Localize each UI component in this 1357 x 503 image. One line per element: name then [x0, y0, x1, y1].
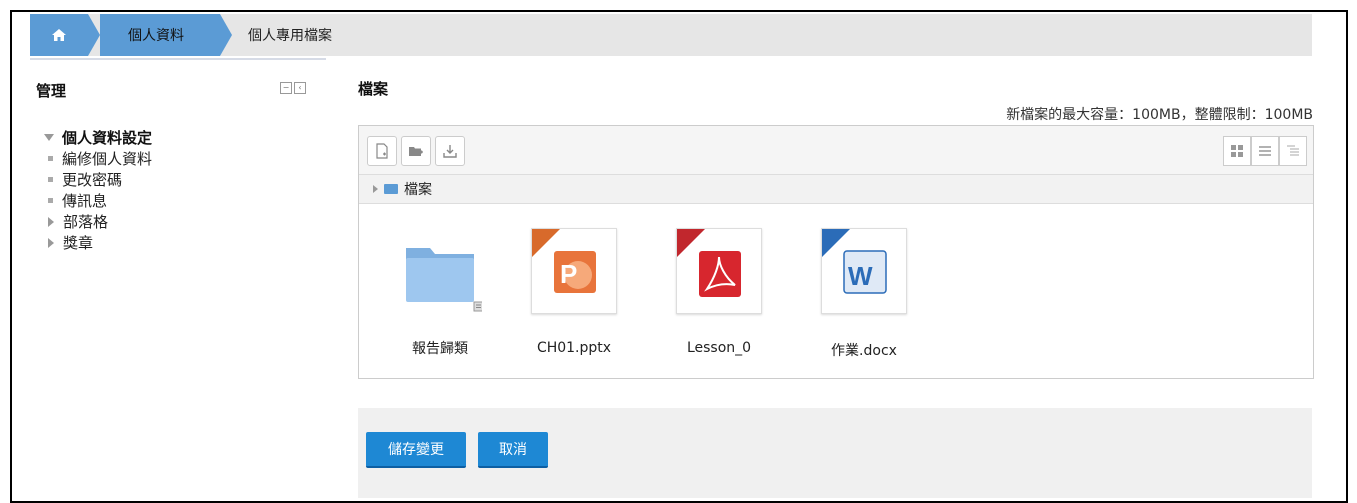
powerpoint-icon: P: [531, 228, 617, 314]
tree-item-label: 部落格: [63, 213, 109, 231]
breadcrumb-separator: [220, 14, 232, 56]
expand-icon: [48, 216, 54, 227]
breadcrumb-home[interactable]: [30, 14, 88, 56]
admin-block: 管理 − ‹ 個人資料設定 編修個人資料 更改密碼 傳訊息 部落格 獎章: [30, 58, 326, 498]
grid-icon: [1231, 145, 1243, 157]
expand-icon: [44, 133, 54, 141]
tree-item-label: 編修個人資料: [62, 150, 153, 168]
tree-item-blog[interactable]: 部落格: [46, 211, 152, 232]
tree-icon: [1287, 145, 1299, 156]
breadcrumb-label: 個人資料: [128, 28, 184, 44]
bullet-icon: [48, 198, 53, 203]
tree-children: 編修個人資料 更改密碼 傳訊息 部落格 獎章: [44, 148, 152, 253]
view-tree-button[interactable]: [1279, 136, 1307, 166]
folder-add-icon: [409, 147, 423, 156]
add-file-button[interactable]: [367, 136, 397, 166]
file-item-pdf[interactable]: Lesson_0: [664, 228, 774, 364]
settings-tree: 個人資料設定 編修個人資料 更改密碼 傳訊息 部落格 獎章: [44, 126, 152, 253]
file-size-limit: 新檔案的最大容量：100MB，整體限制：100MB: [1006, 107, 1313, 123]
file-item-docx[interactable]: W 作業.docx: [809, 228, 919, 362]
form-actions: 儲存變更 取消: [358, 408, 1312, 498]
add-file-icon: [376, 143, 388, 159]
pdf-icon: [676, 228, 762, 314]
block-controls: − ‹: [280, 82, 306, 94]
bullet-icon: [48, 156, 53, 161]
breadcrumb-label: 個人專用檔案: [248, 28, 332, 44]
breadcrumb: 個人資料 個人專用檔案: [30, 14, 1312, 56]
file-name: Lesson_0: [686, 340, 752, 356]
create-folder-button[interactable]: [401, 136, 431, 166]
list-icon: [1259, 146, 1271, 156]
file-name: 作業.docx: [831, 343, 897, 359]
download-icon: [443, 145, 457, 158]
breadcrumb-item-profile[interactable]: 個人資料: [100, 14, 220, 56]
view-icons-button[interactable]: [1223, 136, 1251, 166]
breadcrumb-item-private-files: 個人專用檔案: [232, 14, 332, 56]
expand-icon: [48, 237, 54, 248]
word-icon: W: [821, 228, 907, 314]
download-button[interactable]: [435, 136, 465, 166]
file-name: CH01.pptx: [536, 340, 612, 356]
tree-item-badges[interactable]: 獎章: [46, 232, 152, 253]
home-icon: [52, 29, 66, 41]
collapse-icon[interactable]: −: [280, 82, 292, 94]
folder-icon: [384, 184, 398, 194]
svg-text:P: P: [560, 259, 577, 289]
view-list-button[interactable]: [1251, 136, 1279, 166]
breadcrumb-separator: [88, 14, 100, 56]
cancel-button[interactable]: 取消: [478, 432, 548, 468]
file-item-pptx[interactable]: P CH01.pptx: [519, 228, 629, 362]
view-switcher: [1223, 136, 1307, 166]
folder-icon: [398, 228, 484, 312]
expand-icon: [373, 185, 378, 193]
page-title: 檔案: [358, 80, 389, 98]
dock-icon[interactable]: ‹: [294, 82, 306, 94]
block-title: 管理: [36, 82, 67, 100]
bullet-icon: [48, 177, 53, 182]
save-button[interactable]: 儲存變更: [366, 432, 466, 468]
file-name: 報告歸類: [412, 341, 468, 357]
folder-path: 檔案: [359, 175, 1313, 204]
tree-item-messages[interactable]: 傳訊息: [46, 190, 152, 211]
file-toolbar: [359, 126, 1313, 175]
tree-root-label: 個人資料設定: [62, 128, 153, 147]
tree-item-label: 傳訊息: [62, 192, 108, 210]
file-item-folder[interactable]: 報告歸類: [385, 228, 495, 360]
file-manager: 檔案 報告歸類 P CH01.pptx Lesson_0 W 作業.docx: [358, 125, 1314, 379]
block-divider: [30, 58, 326, 60]
tree-item-edit-profile[interactable]: 編修個人資料: [46, 148, 152, 169]
path-label[interactable]: 檔案: [404, 179, 432, 199]
tree-item-change-password[interactable]: 更改密碼: [46, 169, 152, 190]
svg-text:W: W: [848, 261, 873, 291]
tree-item-label: 獎章: [63, 234, 94, 252]
tree-item-label: 更改密碼: [62, 171, 123, 189]
tree-root[interactable]: 個人資料設定: [44, 126, 152, 148]
